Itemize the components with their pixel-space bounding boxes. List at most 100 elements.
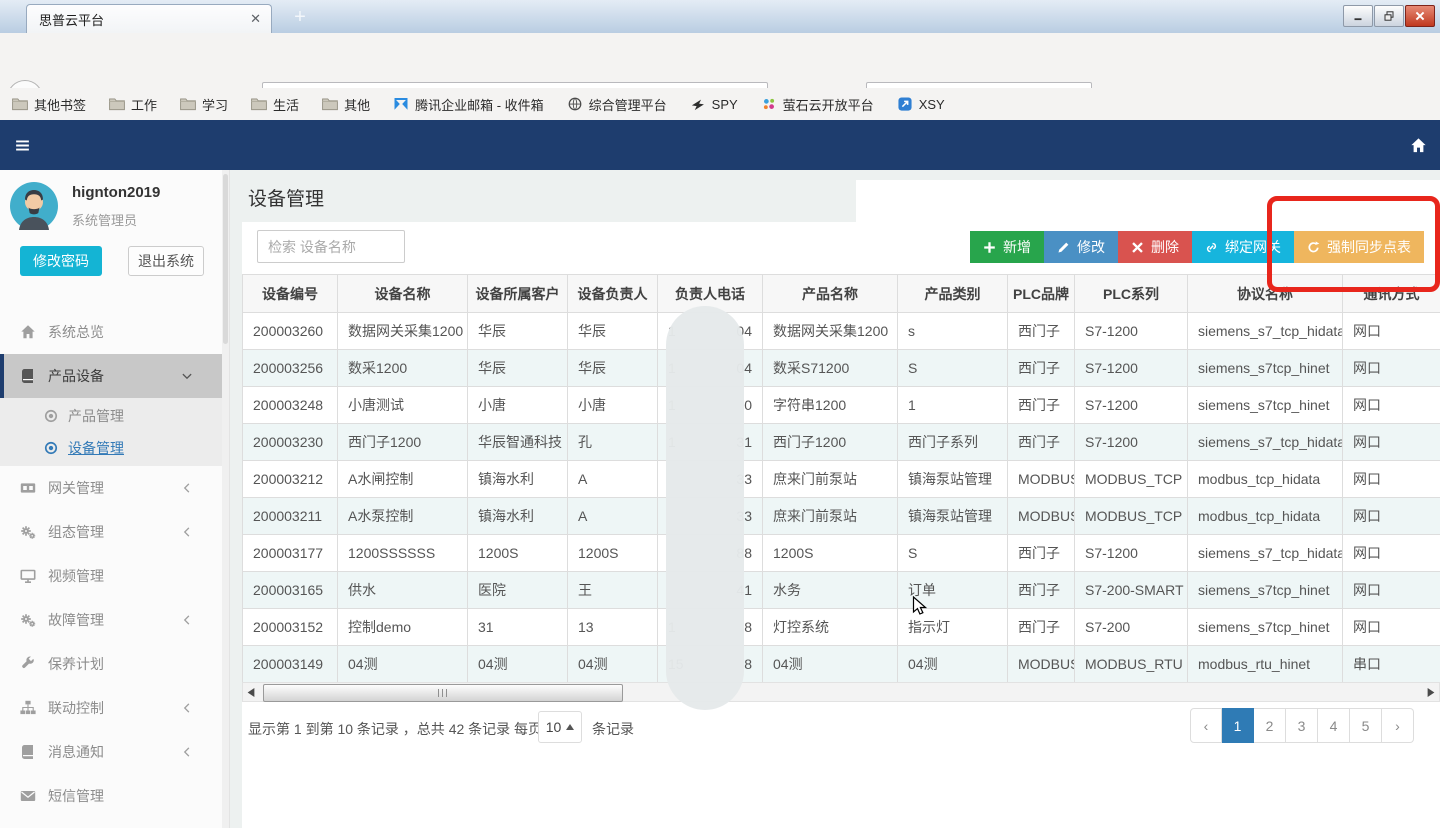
edit-button[interactable]: 修改	[1044, 231, 1118, 263]
table-row[interactable]: 200003165供水医院王41水务订单西门子S7-200-SMARTsieme…	[243, 572, 1440, 609]
sidebar-subitem-product-mgmt[interactable]: 产品管理	[0, 400, 223, 432]
cell-customer: 华辰智通科技	[468, 424, 568, 461]
delete-button[interactable]: 删除	[1118, 231, 1192, 263]
sidebar-item-linkage-control[interactable]: 联动控制	[0, 686, 223, 730]
cell-plc_series: MODBUS_TCP	[1075, 461, 1188, 498]
cell-owner: A	[568, 498, 658, 535]
bookmark-item-work[interactable]: 工作	[109, 95, 157, 114]
sidebar-item-product-device[interactable]: 产品设备	[0, 354, 223, 398]
pagination-next[interactable]: ›	[1382, 708, 1414, 743]
cell-name: A水泵控制	[338, 498, 468, 535]
cell-plc_brand: MODBUS	[1008, 461, 1075, 498]
table-row[interactable]: 200003230西门子1200华辰智通科技孔131西门子1200西门子系列西门…	[243, 424, 1440, 461]
sidebar-item-maintenance-plan[interactable]: 保养计划	[0, 642, 223, 686]
button-label: 修改	[1077, 237, 1105, 257]
per-page-select[interactable]: 10	[538, 711, 582, 743]
table-row[interactable]: 20000314904测04测04测15804测04测MODBUSMODBUS_…	[243, 646, 1440, 683]
sidebar-subitem-device-mgmt[interactable]: 设备管理	[0, 432, 223, 464]
minimize-button[interactable]	[1343, 5, 1373, 27]
bookmark-item-xsy[interactable]: XSY	[897, 97, 945, 112]
scrollbar-thumb[interactable]	[263, 684, 623, 702]
scroll-right-icon[interactable]	[1427, 688, 1435, 697]
folder-icon	[12, 97, 28, 111]
change-password-button[interactable]: 修改密码	[20, 246, 102, 276]
browser-tab[interactable]: 思普云平台 ✕	[26, 4, 272, 33]
bookmark-label: 腾讯企业邮箱 - 收件箱	[415, 95, 544, 114]
close-button[interactable]	[1405, 5, 1435, 27]
cell-protocol: siemens_s7tcp_hinet	[1188, 609, 1343, 646]
record-count-info: 显示第 1 到第 10 条记录 ，总共 42 条记录 每页显示	[248, 719, 570, 739]
cell-customer: 小唐	[468, 387, 568, 424]
bookmark-item-study[interactable]: 学习	[180, 95, 228, 114]
table-row[interactable]: 200003260数据网关采集1200华辰华辰104数据网关采集1200s西门子…	[243, 313, 1440, 350]
pagination-page-2[interactable]: 2	[1254, 708, 1286, 743]
sidebar-scrollbar[interactable]	[222, 170, 229, 828]
bookmark-item-mgmt-platform[interactable]: 综合管理平台	[567, 95, 667, 114]
table-row[interactable]: 200003211A水泵控制镇海水利A33庶来门前泵站镇海泵站管理MODBUSM…	[243, 498, 1440, 535]
pagination-page-5[interactable]: 5	[1350, 708, 1382, 743]
sidebar-item-overview[interactable]: 系统总览	[0, 310, 223, 354]
sidebar-item-sms-mgmt[interactable]: 短信管理	[0, 774, 223, 818]
logout-button[interactable]: 退出系统	[128, 246, 204, 276]
cell-protocol: siemens_s7tcp_hinet	[1188, 387, 1343, 424]
cell-comm: 串口	[1343, 646, 1440, 683]
avatar	[10, 182, 58, 230]
sidebar-item-message-notify[interactable]: 消息通知	[0, 730, 223, 774]
bookmark-item-spy[interactable]: SPY	[690, 97, 738, 112]
sidebar-item-gateway-mgmt[interactable]: 网关管理	[0, 466, 223, 510]
pagination-page-3[interactable]: 3	[1286, 708, 1318, 743]
cell-plc_brand: 西门子	[1008, 313, 1075, 350]
restore-button[interactable]	[1374, 5, 1404, 27]
button-label: 新增	[1003, 237, 1031, 257]
cell-customer: 镇海水利	[468, 461, 568, 498]
cell-category: S	[898, 350, 1008, 387]
cell-plc_series: S7-200-SMART	[1075, 572, 1188, 609]
cell-plc_series: MODBUS_TCP	[1075, 498, 1188, 535]
app-home-icon[interactable]	[1410, 137, 1427, 154]
table-row[interactable]: 200003152控制demo311318灯控系统指示灯西门子S7-200sie…	[243, 609, 1440, 646]
table-row[interactable]: 200003248小唐测试小唐小唐10字符串12001西门子S7-1200sie…	[243, 387, 1440, 424]
circle-dot-icon	[44, 441, 58, 455]
user-name: hignton2019	[72, 184, 160, 201]
sidebar-item-workshop-mgmt[interactable]: 车间管理	[0, 818, 223, 828]
user-role: 系统管理员	[72, 210, 137, 229]
bookmark-item-other-bookmarks[interactable]: 其他书签	[12, 95, 86, 114]
table-row[interactable]: 200003256数采1200华辰华辰104数采S71200S西门子S7-120…	[243, 350, 1440, 387]
sidebar-collapse-icon[interactable]	[14, 137, 31, 154]
cell-comm: 网口	[1343, 424, 1440, 461]
pagination-prev[interactable]: ‹	[1190, 708, 1222, 743]
sidebar-item-video-mgmt[interactable]: 视频管理	[0, 554, 223, 598]
bookmark-item-tencent-mail[interactable]: 腾讯企业邮箱 - 收件箱	[393, 95, 544, 114]
cell-plc_brand: MODBUS	[1008, 646, 1075, 683]
horizontal-scrollbar[interactable]	[242, 682, 1440, 702]
cell-customer: 医院	[468, 572, 568, 609]
video-icon	[20, 480, 36, 496]
table-row[interactable]: 2000031771200SSSSSS1200S1200S881200SS西门子…	[243, 535, 1440, 572]
pagination-page-1[interactable]: 1	[1222, 708, 1254, 743]
table-row[interactable]: 200003212A水闸控制镇海水利A33庶来门前泵站镇海泵站管理MODBUSM…	[243, 461, 1440, 498]
minimize-icon	[1353, 11, 1363, 21]
add-button[interactable]: 新增	[970, 231, 1044, 263]
window-controls	[1342, 5, 1435, 27]
screen: 思普云平台 ✕ + iot.idosp.net/admin/index.html…	[0, 0, 1440, 828]
pagination-page-4[interactable]: 4	[1318, 708, 1350, 743]
bookmark-item-misc[interactable]: 其他	[322, 95, 370, 114]
bookmark-item-life[interactable]: 生活	[251, 95, 299, 114]
phone-fragment-right: 0	[744, 397, 752, 413]
cell-plc_brand: 西门子	[1008, 572, 1075, 609]
cell-plc_brand: 西门子	[1008, 609, 1075, 646]
sidebar-item-scada-mgmt[interactable]: 组态管理	[0, 510, 223, 554]
sidebar-item-label: 网关管理	[48, 478, 104, 498]
bookmark-item-ezviz[interactable]: 萤石云开放平台	[761, 95, 874, 114]
device-search-input[interactable]	[257, 230, 405, 263]
globe-icon	[567, 97, 583, 111]
scroll-left-icon[interactable]	[247, 688, 255, 697]
sidebar-item-label: 消息通知	[48, 742, 104, 762]
cell-id: 200003177	[243, 535, 338, 572]
new-tab-button[interactable]: +	[288, 6, 312, 30]
bookmark-label: 其他书签	[34, 95, 86, 114]
cell-id: 200003260	[243, 313, 338, 350]
phone-fragment-right: 8	[744, 656, 752, 672]
tab-close-icon[interactable]: ✕	[248, 11, 263, 27]
sidebar-item-fault-mgmt[interactable]: 故障管理	[0, 598, 223, 642]
